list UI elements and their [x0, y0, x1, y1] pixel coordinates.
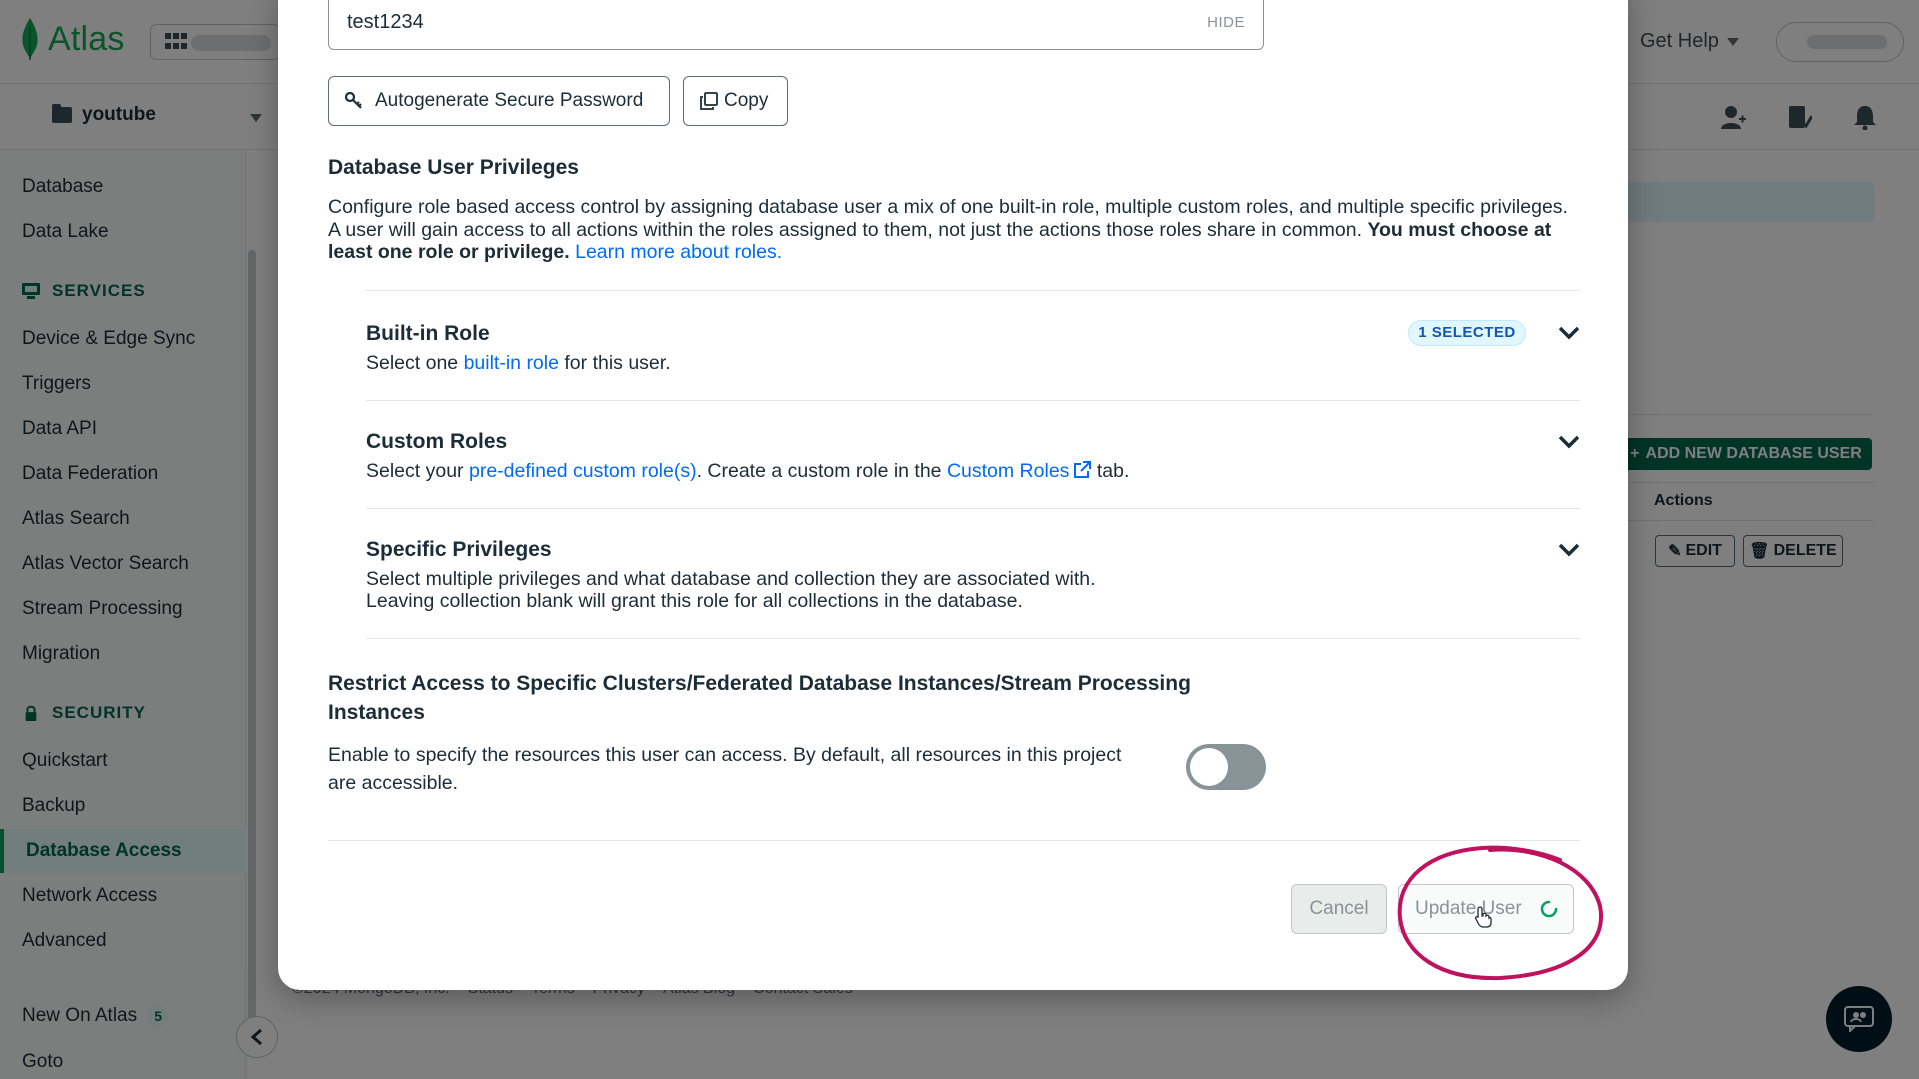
- autogenerate-label: Autogenerate Secure Password: [375, 90, 644, 111]
- builtin-role-description: Select one built-in role for this user.: [366, 352, 1266, 375]
- chevron-down-icon[interactable]: [1558, 435, 1580, 449]
- external-link-icon: [1074, 461, 1092, 478]
- copy-password-button[interactable]: Copy: [683, 76, 788, 126]
- privileges-section-title: Database User Privileges: [328, 156, 579, 179]
- restrict-access-desc-line-1: Enable to specify the resources this use…: [328, 744, 1122, 766]
- hide-password-toggle[interactable]: HIDE: [1207, 14, 1245, 31]
- custom-roles-description: Select your pre-defined custom role(s). …: [366, 460, 1266, 483]
- divider: [366, 508, 1580, 509]
- toggle-knob: [1190, 748, 1228, 786]
- custom-roles-tab-link-label: Custom Roles: [946, 460, 1070, 482]
- restrict-access-toggle[interactable]: [1186, 744, 1266, 790]
- annotation-circle: [1397, 845, 1604, 981]
- builtin-desc-before: Select one: [366, 352, 459, 374]
- specific-privileges-line-1: Select multiple privileges and what data…: [366, 568, 1096, 590]
- custom-roles-title[interactable]: Custom Roles: [366, 430, 507, 454]
- divider: [366, 400, 1580, 401]
- chevron-down-icon[interactable]: [1558, 326, 1580, 340]
- chevron-down-icon[interactable]: [1558, 543, 1580, 557]
- cancel-button[interactable]: Cancel: [1291, 884, 1387, 934]
- restrict-access-desc-line-2: are accessible.: [328, 772, 459, 794]
- builtin-role-link[interactable]: built-in role: [464, 352, 559, 374]
- builtin-desc-after: for this user.: [564, 352, 671, 374]
- copy-label: Copy: [724, 90, 769, 111]
- custom-desc-before: Select your: [366, 460, 464, 482]
- password-field[interactable]: test1234 HIDE: [328, 0, 1264, 50]
- restrict-access-title-line-2: Instances: [328, 701, 425, 724]
- custom-desc-mid: . Create a custom role in the: [696, 460, 942, 482]
- specific-privileges-title[interactable]: Specific Privileges: [366, 538, 552, 562]
- divider: [366, 290, 1580, 291]
- custom-desc-after: tab.: [1096, 460, 1130, 482]
- custom-roles-tab-link[interactable]: Custom Roles: [946, 460, 1092, 482]
- custom-roles-link[interactable]: pre-defined custom role(s): [469, 460, 697, 482]
- restrict-access-title-line-1: Restrict Access to Specific Clusters/Fed…: [328, 672, 1191, 695]
- copy-icon: [700, 92, 718, 110]
- selected-count-badge: 1 SELECTED: [1408, 320, 1526, 346]
- autogenerate-password-button[interactable]: Autogenerate Secure Password: [328, 76, 670, 126]
- builtin-role-title[interactable]: Built-in Role: [366, 322, 490, 346]
- learn-more-roles-link[interactable]: Learn more about roles.: [575, 241, 782, 263]
- specific-privileges-line-2: Leaving collection blank will grant this…: [366, 590, 1023, 612]
- password-value: test1234: [347, 11, 424, 33]
- divider: [366, 638, 1580, 639]
- privileges-description: Configure role based access control by a…: [328, 196, 1578, 264]
- key-icon: [345, 92, 362, 109]
